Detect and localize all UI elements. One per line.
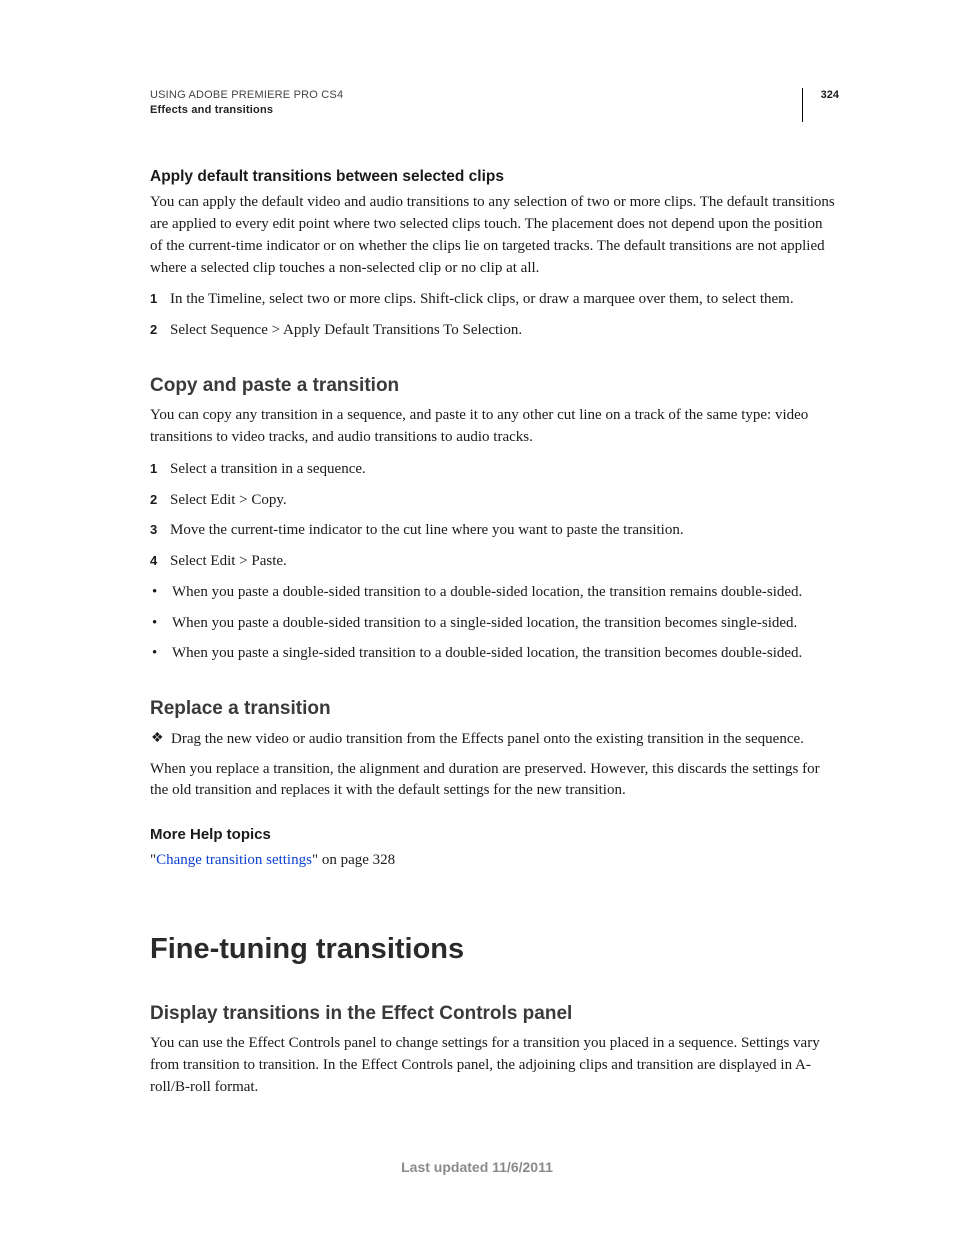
step-number: 1 [150,289,170,311]
step-text: Select Edit > Copy. [170,490,287,512]
bullet-text: When you paste a double-sided transition… [172,582,802,604]
bullet-marker: • [150,613,172,635]
step-item: 3 Move the current-time indicator to the… [150,520,838,542]
more-help-line: "Change transition settings" on page 328 [150,850,838,872]
body-text: You can use the Effect Controls panel to… [150,1033,838,1098]
bullet-marker: • [150,643,172,665]
step-text: Select Sequence > Apply Default Transiti… [170,320,522,342]
action-text: Drag the new video or audio transition f… [171,729,804,751]
step-number: 2 [150,320,170,342]
step-item: 1 In the Timeline, select two or more cl… [150,289,838,311]
body-text: You can apply the default video and audi… [150,192,838,279]
bullet-text: When you paste a single-sided transition… [172,643,802,665]
step-number: 1 [150,459,170,481]
step-text: Select Edit > Paste. [170,551,287,573]
step-text: Select a transition in a sequence. [170,459,366,481]
link-suffix: " on page 328 [312,852,395,868]
heading-apply-default: Apply default transitions between select… [150,166,838,188]
header-product: USING ADOBE PREMIERE PRO CS4 [150,88,343,103]
step-number: 3 [150,520,170,542]
action-item: ❖ Drag the new video or audio transition… [150,729,838,751]
diamond-icon: ❖ [150,729,171,751]
bullet-item: • When you paste a double-sided transiti… [150,613,838,635]
page-header: USING ADOBE PREMIERE PRO CS4 Effects and… [150,88,839,122]
bullet-text: When you paste a double-sided transition… [172,613,797,635]
step-item: 4 Select Edit > Paste. [150,551,838,573]
step-item: 1 Select a transition in a sequence. [150,459,838,481]
heading-replace: Replace a transition [150,695,838,723]
step-text: Move the current-time indicator to the c… [170,520,684,542]
body-text: You can copy any transition in a sequenc… [150,405,838,449]
heading-copy-paste: Copy and paste a transition [150,372,838,400]
bullet-marker: • [150,582,172,604]
step-number: 4 [150,551,170,573]
page-number: 324 [802,88,839,122]
heading-display-effect-controls: Display transitions in the Effect Contro… [150,1000,838,1028]
heading-fine-tuning: Fine-tuning transitions [150,928,838,970]
step-item: 2 Select Sequence > Apply Default Transi… [150,320,838,342]
bullet-item: • When you paste a double-sided transiti… [150,582,838,604]
bullet-item: • When you paste a single-sided transiti… [150,643,838,665]
step-number: 2 [150,490,170,512]
footer-last-updated: Last updated 11/6/2011 [0,1157,954,1177]
step-text: In the Timeline, select two or more clip… [170,289,794,311]
header-section: Effects and transitions [150,103,343,118]
header-left: USING ADOBE PREMIERE PRO CS4 Effects and… [150,88,343,119]
more-help-heading: More Help topics [150,824,838,846]
link-change-transition-settings[interactable]: Change transition settings [156,852,312,868]
step-item: 2 Select Edit > Copy. [150,490,838,512]
content: Apply default transitions between select… [150,166,838,1098]
body-text: When you replace a transition, the align… [150,759,838,803]
